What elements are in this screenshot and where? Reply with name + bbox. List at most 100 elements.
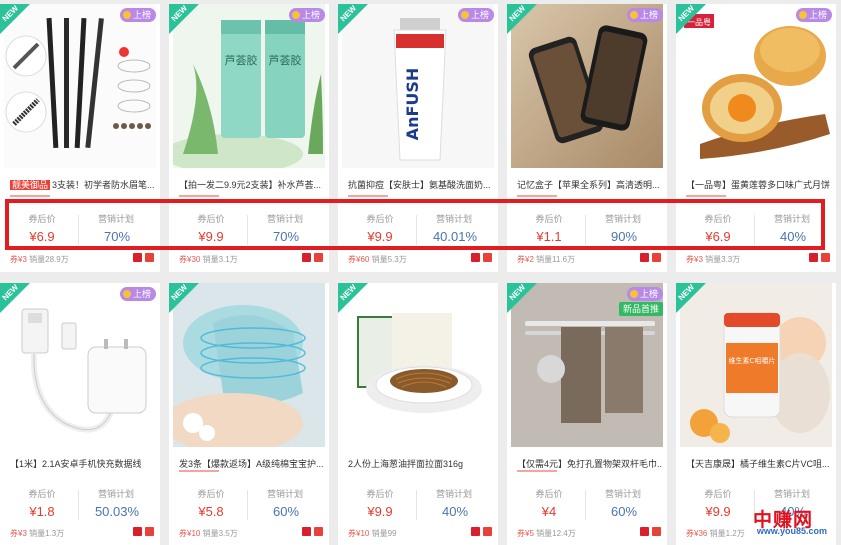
after-coupon-price: ¥9.9 (367, 504, 393, 519)
coupon-amount: 券¥10 (348, 529, 370, 538)
product-stats: 券后价 营销计划 ¥5.8 60% (169, 484, 329, 524)
plan-value: 50.03% (94, 504, 140, 519)
shop-icon[interactable] (640, 253, 649, 262)
after-coupon-price: ¥5.8 (198, 504, 224, 519)
title-underline (179, 470, 219, 472)
shop-icon[interactable] (302, 253, 311, 262)
product-title[interactable]: 【1米】2.1A安卓手机快充数据线 (10, 457, 155, 470)
coupon-amount: 券¥5 (517, 529, 534, 538)
product-title[interactable]: 抗菌抑痘【安肤士】氨基酸洗面奶... (348, 178, 493, 191)
coupon-amount: 券¥36 (686, 529, 708, 538)
title-underline (179, 195, 219, 197)
sales-count: 销量99 (371, 529, 397, 538)
cart-icon[interactable] (652, 253, 661, 262)
product-footer: 券¥2 销量11.6万 (517, 254, 575, 265)
coin-icon (629, 290, 638, 298)
title-underline (517, 195, 557, 197)
plan-label: 营销计划 (604, 489, 641, 499)
sales-count: 销量1.3万 (29, 529, 65, 538)
coupon-amount: 券¥60 (348, 255, 370, 264)
cart-icon[interactable] (483, 253, 492, 262)
product-stats: 券后价 营销计划 ¥1.8 50.03% (0, 484, 160, 524)
after-coupon-label: 券后价 (197, 489, 225, 499)
new-arrival-badge: 新品首推 (618, 302, 663, 316)
sales-count: 销量12.4万 (536, 529, 576, 538)
shop-icon[interactable] (302, 527, 311, 536)
watermark-url: www.you85.com (756, 526, 827, 536)
product-title[interactable]: 2人份上海葱油拌面拉面316g (348, 457, 493, 470)
product-footer: 券¥36 销量1.2万 (686, 528, 745, 539)
after-coupon-price: ¥1.8 (29, 504, 55, 519)
list-badge: 上榜 (288, 8, 325, 22)
coupon-amount: 券¥2 (517, 255, 534, 264)
sales-count: 销量11.6万 (536, 255, 576, 264)
coin-icon (798, 11, 807, 19)
divider (78, 490, 79, 520)
plan-value: 60% (610, 504, 638, 519)
sales-count: 销量28.9万 (29, 255, 69, 264)
list-badge: 上榜 (626, 8, 663, 22)
shop-icon[interactable] (471, 527, 480, 536)
sales-count: 销量3.1万 (202, 255, 238, 264)
shop-icon[interactable] (133, 253, 142, 262)
sales-count: 销量3.5万 (202, 529, 238, 538)
plan-value: 40% (441, 504, 469, 519)
cart-icon[interactable] (314, 527, 323, 536)
product-footer: 券¥60 销量5.3万 (348, 254, 407, 265)
after-coupon-price: ¥4 (541, 504, 557, 519)
list-badge: 上榜 (795, 8, 832, 22)
product-stats: 券后价 营销计划 ¥4 60% (507, 484, 667, 524)
shop-icon[interactable] (133, 527, 142, 536)
product-title[interactable]: 【一品粤】蛋黄莲蓉多口味广式月饼 (686, 178, 831, 191)
cart-icon[interactable] (483, 527, 492, 536)
divider (585, 490, 586, 520)
plan-label: 营销计划 (435, 489, 472, 499)
product-footer: 券¥3 销量3.3万 (686, 254, 740, 265)
shop-icon[interactable] (809, 253, 818, 262)
product-title[interactable]: 靓美御品 3支装！初学者防水眉笔... (10, 178, 155, 191)
title-underline (348, 195, 388, 197)
vc-label: 维生素C咀嚼片 (729, 356, 776, 365)
product-card[interactable]: NEW 2人份上海葱油拌面拉面316g 券后价 营销计划 ¥9.9 40% 券¥… (338, 283, 498, 545)
after-coupon-label: 券后价 (28, 489, 56, 499)
coin-icon (460, 11, 469, 19)
hot-tag: 靓美御品 (10, 180, 51, 190)
product-card[interactable]: NEW 上榜 新品首推 【仅需4元】免打孔置物架双杆毛巾... 券后价 营销计划… (507, 283, 667, 545)
aloe-label: 芦荟胶 (225, 53, 258, 67)
product-footer: 券¥3 销量1.3万 (10, 528, 64, 539)
coupon-amount: 券¥3 (686, 255, 703, 264)
product-title[interactable]: 记忆盒子【苹果全系列】高清透明... (517, 178, 662, 191)
plan-label: 营销计划 (266, 489, 303, 499)
title-underline (10, 195, 50, 197)
product-card[interactable]: NEW 发3条【爆款返场】A级纯棉宝宝护... 券后价 营销计划 ¥5.8 60… (169, 283, 329, 545)
coin-icon (122, 11, 131, 19)
title-underline (517, 470, 557, 472)
plan-label: 营销计划 (97, 489, 134, 499)
sales-count: 销量1.2万 (709, 529, 745, 538)
product-title[interactable]: 【拍一发二9.9元2支装】补水芦荟... (179, 178, 324, 191)
product-card[interactable]: NEW 上榜 【1米】2.1A安卓手机快充数据线 券后价 营销计划 ¥1.8 5… (0, 283, 160, 545)
coupon-amount: 券¥3 (10, 255, 27, 264)
cart-icon[interactable] (652, 527, 661, 536)
cart-icon[interactable] (314, 253, 323, 262)
product-footer: 券¥5 销量12.4万 (517, 528, 576, 539)
after-coupon-label: 券后价 (366, 489, 394, 499)
after-coupon-label: 券后价 (535, 489, 563, 499)
cart-icon[interactable] (145, 527, 154, 536)
product-title[interactable]: 发3条【爆款返场】A级纯棉宝宝护... (179, 457, 324, 470)
coin-icon (629, 11, 638, 19)
after-coupon-price: ¥9.9 (705, 504, 731, 519)
cart-icon[interactable] (821, 253, 830, 262)
shop-icon[interactable] (640, 527, 649, 536)
divider (416, 490, 417, 520)
plan-label: 营销计划 (773, 489, 810, 499)
cart-icon[interactable] (145, 253, 154, 262)
coin-icon (291, 11, 300, 19)
product-title[interactable]: 【天吉康晟】橘子维生素C片VC咀... (686, 457, 831, 470)
product-grid: NEW 上榜 靓美御品 3支装！初学者防水眉笔... 券后价 营销计划 ¥6.9 … (0, 0, 841, 545)
coin-icon (122, 290, 131, 298)
product-title[interactable]: 【仅需4元】免打孔置物架双杆毛巾... (517, 457, 662, 470)
shop-icon[interactable] (471, 253, 480, 262)
list-badge: 上榜 (626, 287, 663, 301)
svg-text:芦荟胶: 芦荟胶 (269, 53, 302, 67)
